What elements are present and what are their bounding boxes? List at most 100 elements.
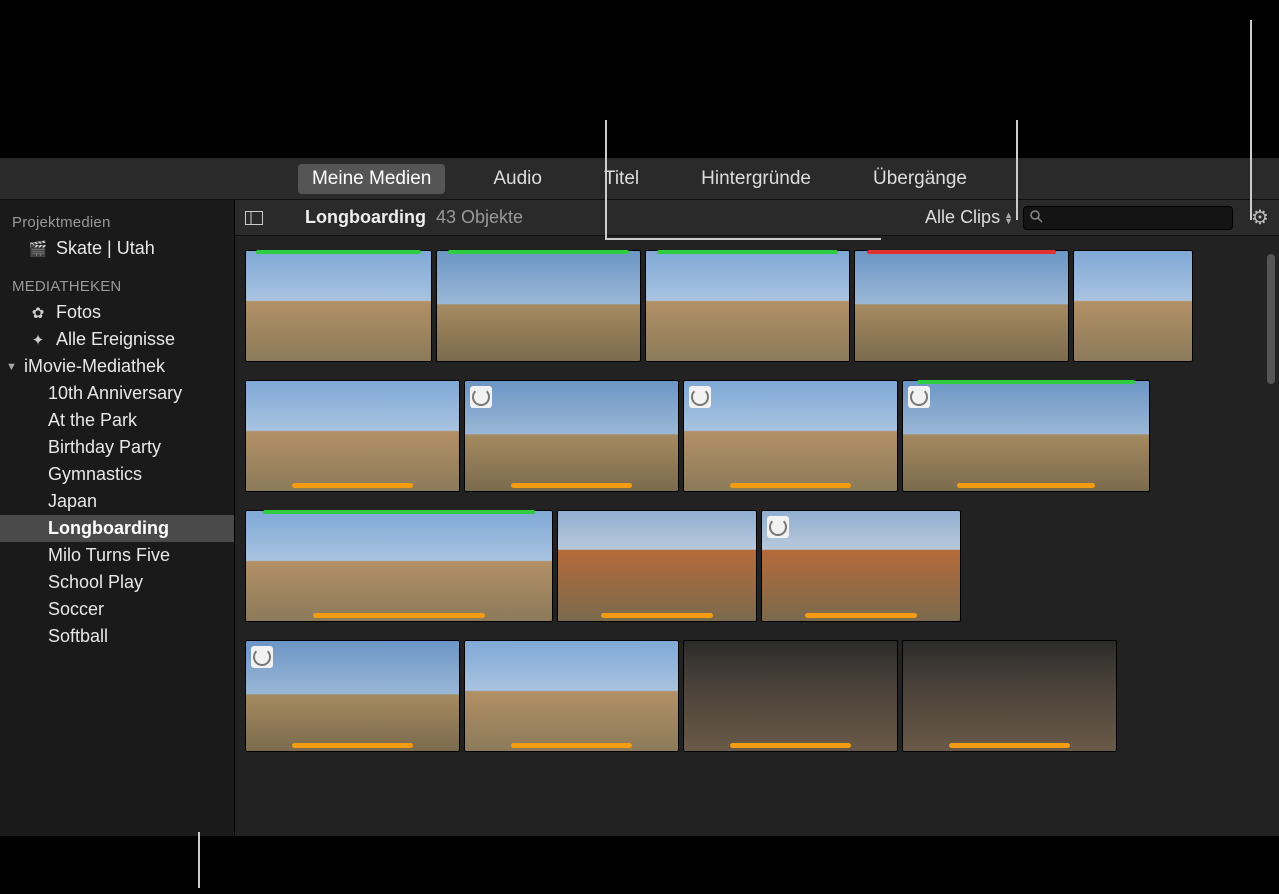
clip-thumbnail[interactable] xyxy=(557,510,757,622)
flower-icon: ✿ xyxy=(28,304,48,322)
loading-icon xyxy=(251,646,273,668)
clip-thumbnail[interactable] xyxy=(683,380,898,492)
sidebar-item-label: Longboarding xyxy=(48,518,169,539)
sidebar-item-project[interactable]: 🎬 Skate | Utah xyxy=(0,235,234,262)
sidebar-item-event[interactable]: Softball xyxy=(0,623,234,650)
updown-chevron-icon: ▲▼ xyxy=(1004,212,1013,224)
used-marker xyxy=(957,483,1096,488)
reject-marker xyxy=(867,250,1056,254)
clip-row xyxy=(245,380,1269,492)
favorite-marker xyxy=(917,380,1135,384)
used-marker xyxy=(949,743,1069,748)
used-marker xyxy=(511,483,631,488)
clip-thumbnail[interactable] xyxy=(464,640,679,752)
sidebar-item-event[interactable]: Longboarding xyxy=(0,515,234,542)
sidebar-item-event[interactable]: Milo Turns Five xyxy=(0,542,234,569)
sidebar-item-label: Soccer xyxy=(48,599,104,620)
clip-thumbnail[interactable] xyxy=(902,640,1117,752)
section-mediatheken: MEDIATHEKEN xyxy=(0,272,234,299)
tab-übergänge[interactable]: Übergänge xyxy=(859,164,981,194)
favorite-marker xyxy=(657,250,837,254)
clapperboard-icon: 🎬 xyxy=(28,240,48,258)
clip-thumbnail[interactable] xyxy=(1073,250,1193,362)
clip-thumbnail[interactable] xyxy=(245,380,460,492)
sidebar-item-label: Softball xyxy=(48,626,108,647)
used-marker xyxy=(730,743,850,748)
tab-hintergründe[interactable]: Hintergründe xyxy=(687,164,825,194)
used-marker xyxy=(292,743,412,748)
clip-thumbnail[interactable] xyxy=(245,250,432,362)
clip-thumbnail[interactable] xyxy=(464,380,679,492)
sidebar-item-event[interactable]: Birthday Party xyxy=(0,434,234,461)
browser-title: Longboarding xyxy=(305,207,426,228)
clip-thumbnail[interactable] xyxy=(854,250,1069,362)
loading-icon xyxy=(470,386,492,408)
sidebar-item-label: Japan xyxy=(48,491,97,512)
clip-filter-dropdown[interactable]: Alle Clips ▲▼ xyxy=(925,207,1013,228)
sidebar-item-event[interactable]: 10th Anniversary xyxy=(0,380,234,407)
favorite-marker xyxy=(448,250,628,254)
sidebar-item-label: iMovie-Mediathek xyxy=(24,356,165,377)
callout-line xyxy=(605,120,607,240)
tab-meine-medien[interactable]: Meine Medien xyxy=(298,164,445,194)
clip-thumbnail[interactable] xyxy=(902,380,1150,492)
clip-thumbnail[interactable] xyxy=(436,250,641,362)
sidebar-item-label: Fotos xyxy=(56,302,101,323)
clip-thumbnail[interactable] xyxy=(645,250,850,362)
sidebar-item-label: At the Park xyxy=(48,410,137,431)
search-field[interactable] xyxy=(1023,206,1233,230)
sidebar-item-event[interactable]: Japan xyxy=(0,488,234,515)
sidebar-item-event[interactable]: At the Park xyxy=(0,407,234,434)
callout-line xyxy=(198,832,200,888)
sidebar-item-label: Birthday Party xyxy=(48,437,161,458)
sidebar-item-label: Milo Turns Five xyxy=(48,545,170,566)
browser-toolbar: Longboarding 43 Objekte Alle Clips ▲▼ ⚙ xyxy=(235,200,1279,236)
vertical-scrollbar[interactable] xyxy=(1267,254,1275,384)
browser-count: 43 Objekte xyxy=(436,207,523,228)
clip-browser[interactable] xyxy=(235,236,1279,836)
chevron-down-icon[interactable]: ▼ xyxy=(6,361,17,373)
sidebar-item-label: School Play xyxy=(48,572,143,593)
clip-thumbnail[interactable] xyxy=(245,510,553,622)
sidebar-item-event[interactable]: School Play xyxy=(0,569,234,596)
sidebar: Projektmedien 🎬 Skate | Utah MEDIATHEKEN… xyxy=(0,200,235,836)
search-icon xyxy=(1030,207,1043,228)
clip-row xyxy=(245,640,1269,752)
sidebar-item-all-events[interactable]: ✦ Alle Ereignisse xyxy=(0,326,234,353)
panel-toggle-icon[interactable] xyxy=(243,207,265,229)
loading-icon xyxy=(689,386,711,408)
sidebar-item-label: Gymnastics xyxy=(48,464,142,485)
sidebar-item-library[interactable]: ▼ iMovie-Mediathek xyxy=(0,353,234,380)
section-projectmedien: Projektmedien xyxy=(0,208,234,235)
gear-icon[interactable]: ⚙ xyxy=(1249,207,1271,229)
used-marker xyxy=(805,613,917,618)
sidebar-item-label: Skate | Utah xyxy=(56,238,155,259)
used-marker xyxy=(313,613,486,618)
tab-titel[interactable]: Titel xyxy=(590,164,653,194)
clip-row xyxy=(245,510,1269,622)
media-tabs: Meine Medien Audio Titel Hintergründe Übergä… xyxy=(0,158,1279,200)
favorite-marker xyxy=(256,250,421,254)
app-window: Meine Medien Audio Titel Hintergründe Übergä… xyxy=(0,158,1279,836)
favorite-marker xyxy=(263,510,534,514)
used-marker xyxy=(730,483,850,488)
clip-thumbnail[interactable] xyxy=(683,640,898,752)
used-marker xyxy=(601,613,713,618)
star-icon: ✦ xyxy=(28,331,48,349)
sidebar-item-event[interactable]: Gymnastics xyxy=(0,461,234,488)
clip-row xyxy=(245,250,1269,362)
sidebar-item-label: Alle Ereignisse xyxy=(56,329,175,350)
loading-icon xyxy=(908,386,930,408)
sidebar-item-photos[interactable]: ✿ Fotos xyxy=(0,299,234,326)
callout-line xyxy=(605,238,881,240)
clip-thumbnail[interactable] xyxy=(761,510,961,622)
sidebar-item-label: 10th Anniversary xyxy=(48,383,182,404)
tab-audio[interactable]: Audio xyxy=(479,164,556,194)
clip-thumbnail[interactable] xyxy=(245,640,460,752)
callout-line xyxy=(1250,20,1252,220)
dropdown-label: Alle Clips xyxy=(925,207,1000,228)
browser-main: Longboarding 43 Objekte Alle Clips ▲▼ ⚙ xyxy=(235,200,1279,836)
sidebar-item-event[interactable]: Soccer xyxy=(0,596,234,623)
search-input[interactable] xyxy=(1047,209,1246,226)
used-marker xyxy=(511,743,631,748)
